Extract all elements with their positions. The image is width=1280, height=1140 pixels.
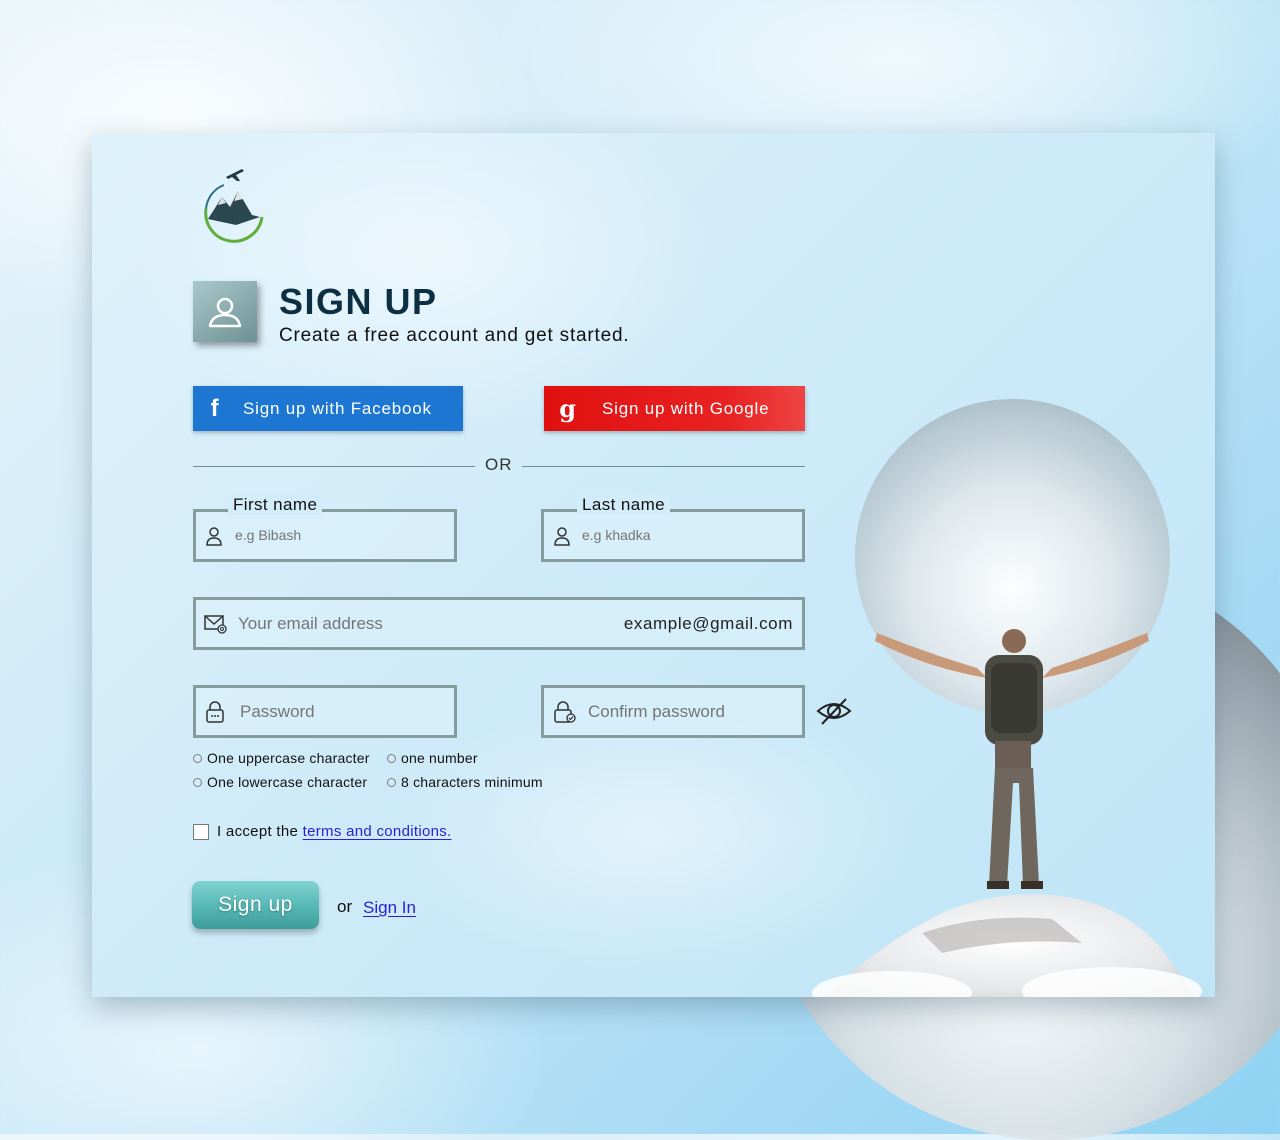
user-icon [208,297,242,327]
terms-link[interactable]: terms and conditions. [303,823,452,840]
google-icon: g [559,394,577,423]
status-dot [387,753,396,763]
user-icon [206,526,222,546]
confirm-password-field[interactable] [541,685,805,738]
user-icon [554,526,570,546]
facebook-icon: f [210,394,220,422]
facebook-signup-label: Sign up with Facebook [243,398,432,418]
status-dot [193,753,202,763]
email-field[interactable]: example@gmail.com [193,597,805,650]
page-title: SIGN UP [279,281,438,322]
email-input[interactable] [236,613,600,635]
requirement-length: 8 characters minimum [387,774,543,790]
avatar-badge [193,281,257,342]
terms-prefix: I accept the [217,823,303,840]
status-dot [193,777,202,787]
password-input[interactable] [238,701,452,723]
logo-icon [204,169,264,243]
last-name-label: Last name [577,495,670,515]
signin-link[interactable]: Sign In [363,898,416,918]
terms-row: I accept the terms and conditions. [193,823,452,840]
divider-or: OR [485,455,513,474]
first-name-label: First name [228,495,323,515]
lock-icon [206,700,224,723]
requirement-lowercase: One lowercase character [193,774,367,790]
confirm-password-input[interactable] [586,701,800,723]
eye-off-icon[interactable] [816,696,852,726]
last-name-input[interactable] [580,526,794,544]
terms-checkbox[interactable] [193,823,209,840]
first-name-field[interactable] [193,509,457,562]
google-signup-button[interactable]: g Sign up with Google [544,386,805,431]
password-field[interactable] [193,685,457,738]
lock-check-icon [554,700,576,723]
requirement-uppercase: One uppercase character [193,750,370,766]
email-example: example@gmail.com [623,613,793,633]
or-text: or [337,897,353,916]
first-name-input[interactable] [233,526,447,544]
mail-icon [204,614,227,634]
divider-line-left [193,466,475,467]
google-signup-label: Sign up with Google [602,398,770,418]
divider-line-right [522,466,805,467]
hiker-illustration [875,629,1149,889]
last-name-field[interactable] [541,509,805,562]
requirement-number: one number [387,750,478,766]
facebook-signup-button[interactable]: f Sign up with Facebook [193,386,463,431]
status-dot [387,777,396,787]
signup-button[interactable]: Sign up [192,881,319,929]
signup-card: SIGN UP Create a free account and get st… [92,133,1215,997]
page-subtitle: Create a free account and get started. [279,325,630,346]
